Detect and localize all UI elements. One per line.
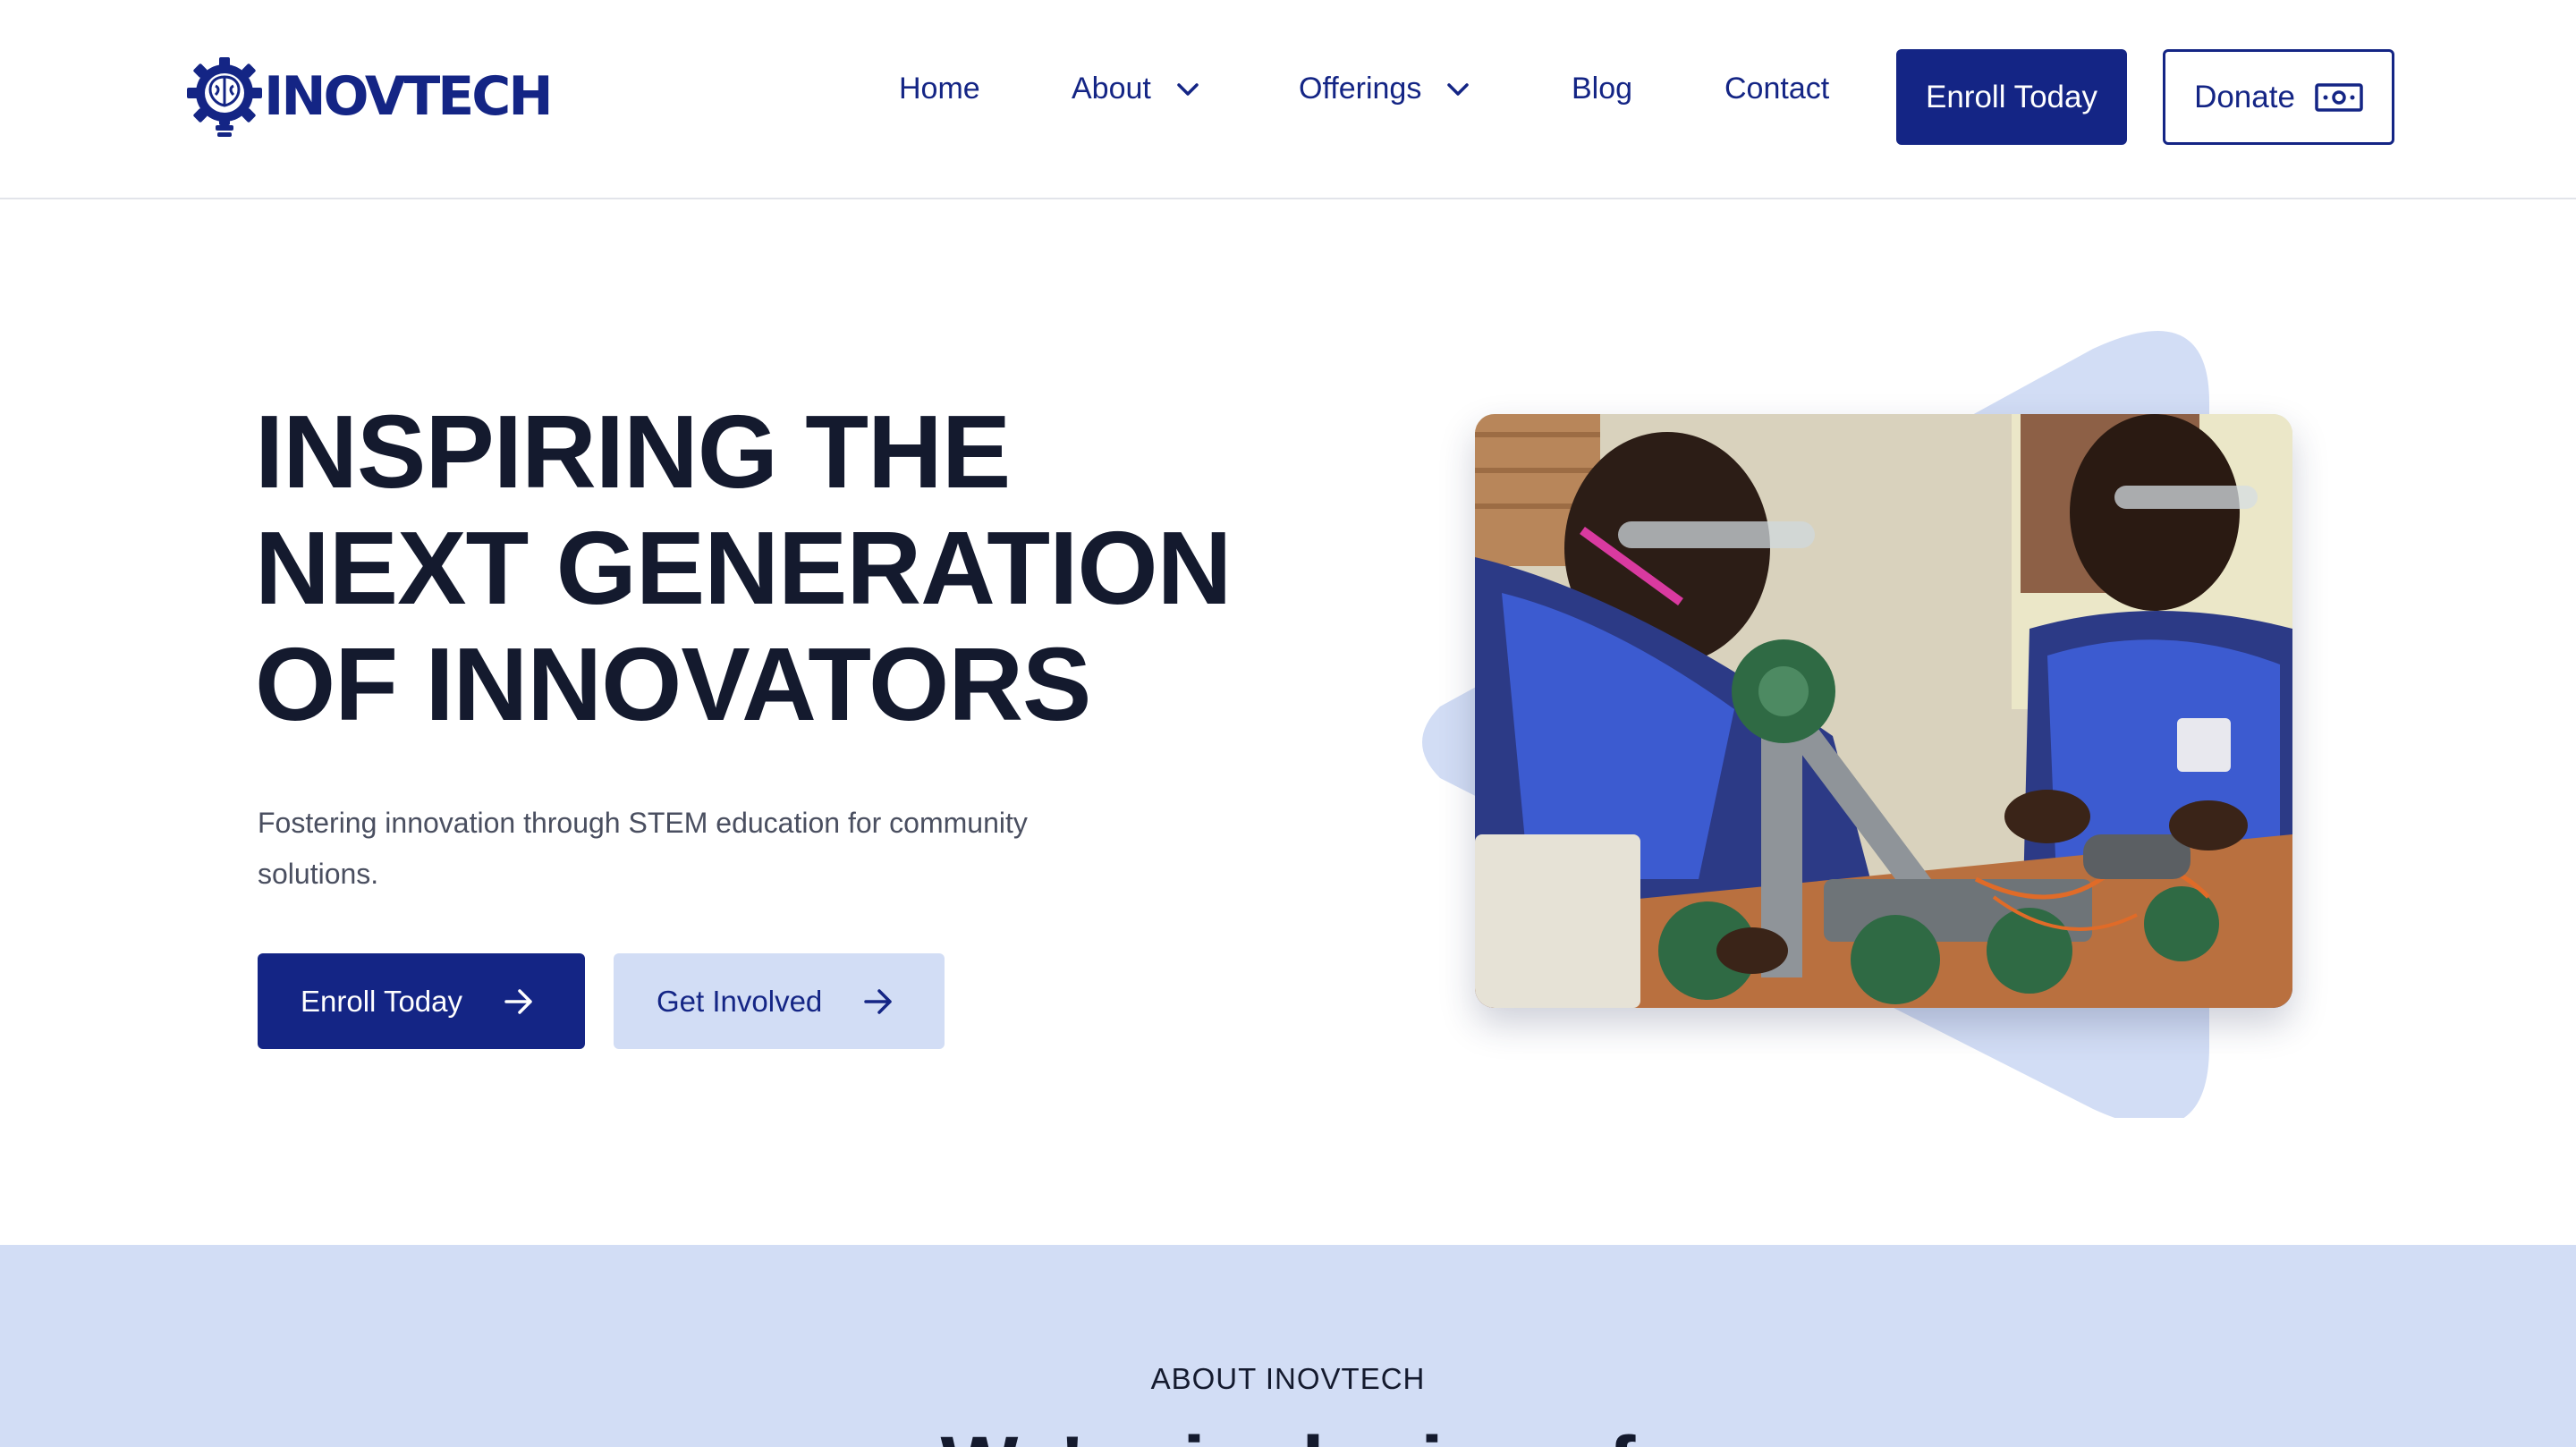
- about-section: ABOUT INOVTECH We're inclusive of: [0, 1245, 2576, 1447]
- hero-photo: [1475, 414, 2292, 1008]
- hero-title: INSPIRING THE NEXT GENERATION OF INNOVAT…: [255, 393, 1239, 742]
- enroll-today-label: Enroll Today: [1926, 79, 2097, 114]
- nav-offerings-label: Offerings: [1299, 72, 1422, 106]
- arrow-right-icon: [864, 988, 893, 1014]
- money-icon: [2315, 82, 2363, 112]
- hero-enroll-button[interactable]: Enroll Today: [258, 953, 585, 1049]
- nav-about[interactable]: About: [1072, 72, 1199, 106]
- gear-brain-icon: [187, 57, 262, 137]
- nav-blog[interactable]: Blog: [1572, 72, 1632, 106]
- hero-title-line: OF INNOVATORS: [255, 626, 1091, 742]
- chevron-down-icon: [1447, 82, 1470, 96]
- hero-enroll-label: Enroll Today: [301, 984, 463, 1018]
- get-involved-button[interactable]: Get Involved: [614, 953, 945, 1049]
- enroll-today-button[interactable]: Enroll Today: [1896, 49, 2127, 145]
- hero-title-line: INSPIRING THE: [255, 393, 1011, 510]
- donate-button[interactable]: Donate: [2163, 49, 2394, 145]
- hero-title-line: NEXT GENERATION: [255, 510, 1232, 626]
- about-label: ABOUT INOVTECH: [1150, 1362, 1426, 1395]
- nav-offerings[interactable]: Offerings: [1299, 72, 1470, 106]
- site-logo[interactable]: INOVTECH: [183, 54, 554, 140]
- nav-about-label: About: [1072, 72, 1151, 106]
- arrow-right-icon: [504, 988, 532, 1014]
- site-header: INOVTECH Home About Offerings Blog Conta…: [0, 0, 2576, 199]
- nav-contact[interactable]: Contact: [1724, 72, 1829, 106]
- chevron-down-icon: [1177, 82, 1199, 96]
- about-heading: We're inclusive of: [0, 1419, 2576, 1447]
- logo-wordmark: INOVTECH: [264, 65, 554, 128]
- hero-subtitle: Fostering innovation through STEM educat…: [258, 807, 1028, 890]
- nav-home[interactable]: Home: [899, 72, 980, 106]
- students-robotics-image: [1475, 414, 2292, 1008]
- donate-label: Donate: [2194, 79, 2295, 114]
- get-involved-label: Get Involved: [657, 984, 823, 1018]
